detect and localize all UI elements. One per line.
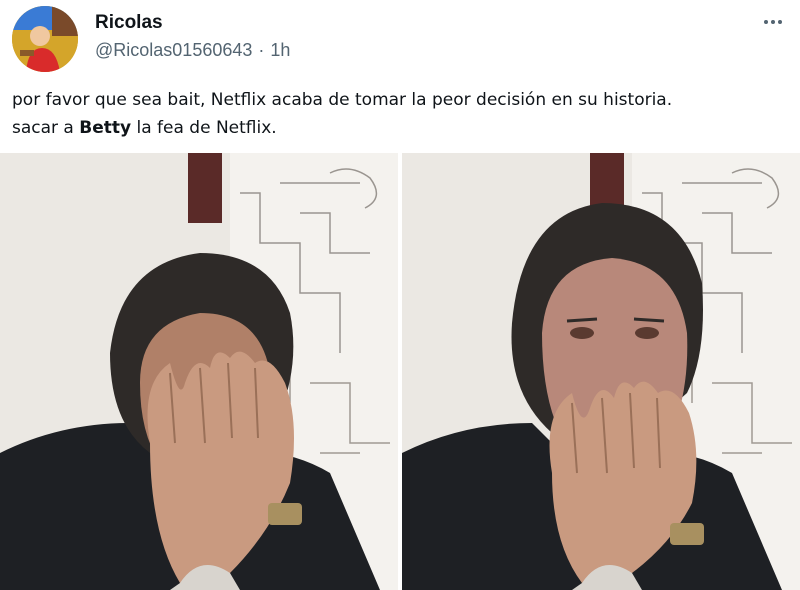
separator: · xyxy=(258,40,265,60)
photo-man-covering-face-eyes-open xyxy=(402,153,800,590)
avatar-image xyxy=(12,6,78,72)
user-handle[interactable]: @Ricolas01560643 xyxy=(95,40,252,61)
media-image-left[interactable] xyxy=(0,153,398,590)
more-options-icon[interactable] xyxy=(760,12,786,32)
timestamp[interactable]: 1h xyxy=(270,40,290,61)
tweet-text: por favor que sea bait, Netflix acaba de… xyxy=(12,86,788,142)
tweet-text-line-1: por favor que sea bait, Netflix acaba de… xyxy=(12,90,673,110)
media-image-right[interactable] xyxy=(402,153,800,590)
handle-row: @Ricolas01560643 · 1h xyxy=(95,40,290,61)
display-name[interactable]: Ricolas xyxy=(95,12,163,34)
photo-man-covering-face xyxy=(0,153,398,590)
tweet-text-line-2: sacar a Betty la fea de Netflix. xyxy=(12,118,277,138)
avatar[interactable] xyxy=(12,6,78,72)
media-grid xyxy=(0,153,800,590)
tweet-header: Ricolas @Ricolas01560643 · 1h por favor … xyxy=(0,0,800,150)
bold-text: Betty xyxy=(79,118,132,138)
